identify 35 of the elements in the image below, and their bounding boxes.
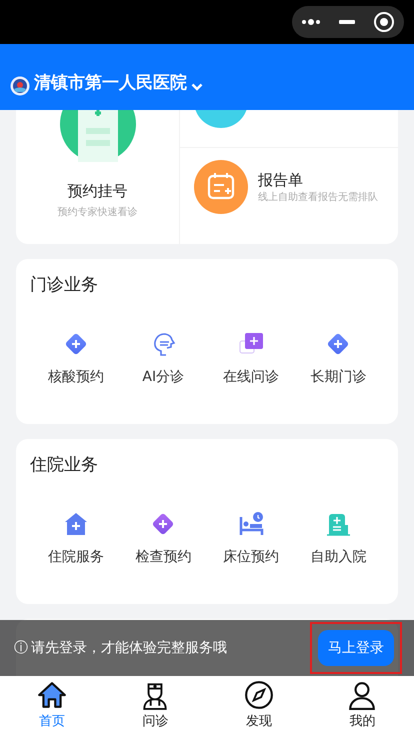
- tab-item[interactable]: 首页: [0, 676, 104, 736]
- house-plus-icon[interactable]: [62, 510, 89, 536]
- bed-clock-icon[interactable]: [238, 510, 264, 536]
- home-icon: [36, 680, 67, 710]
- tab-item[interactable]: 我的: [310, 676, 414, 736]
- service-label[interactable]: 核酸预约: [48, 366, 104, 388]
- service-label[interactable]: 在线问诊: [222, 366, 279, 388]
- hospital-name[interactable]: 清镇市第一人民医院: [34, 70, 187, 96]
- login-prompt: 请先登录，才能体验完整服务哦: [31, 638, 228, 658]
- feature-subtitle: 线上自助查看报告无需排队: [258, 191, 379, 206]
- user-icon: [347, 680, 378, 710]
- more-icon[interactable]: [301, 19, 321, 25]
- feature-title[interactable]: 报告单: [258, 168, 382, 192]
- service-label[interactable]: 长期门诊: [310, 366, 366, 388]
- capsule-menu[interactable]: [292, 6, 404, 38]
- service-label[interactable]: 床位预约: [222, 546, 279, 568]
- service-label[interactable]: 自助入院: [310, 546, 366, 568]
- target-icon[interactable]: [373, 11, 395, 33]
- compass-icon: [244, 680, 274, 710]
- clipboard-icon[interactable]: [60, 110, 136, 162]
- chat-plus-icon[interactable]: [238, 330, 264, 356]
- chevron-down-icon[interactable]: [191, 83, 203, 91]
- feature-subtitle: 预约专家快速看诊: [58, 206, 138, 220]
- hospital-logo-icon: [10, 76, 30, 96]
- section-title: 门诊业务: [30, 274, 99, 297]
- service-label[interactable]: 住院服务: [48, 546, 104, 568]
- tab-item[interactable]: 问诊: [104, 676, 207, 736]
- feature-title[interactable]: 预约挂号: [68, 180, 128, 202]
- tab-item[interactable]: 发现: [207, 676, 310, 736]
- section-title: 住院业务: [30, 454, 99, 477]
- calendar-icon[interactable]: [194, 160, 248, 214]
- service-label[interactable]: 检查预约: [135, 546, 192, 568]
- info-icon: ⓘ: [14, 638, 28, 658]
- login-button[interactable]: 马上登录: [318, 630, 394, 666]
- service-label[interactable]: AI分诊: [142, 366, 184, 388]
